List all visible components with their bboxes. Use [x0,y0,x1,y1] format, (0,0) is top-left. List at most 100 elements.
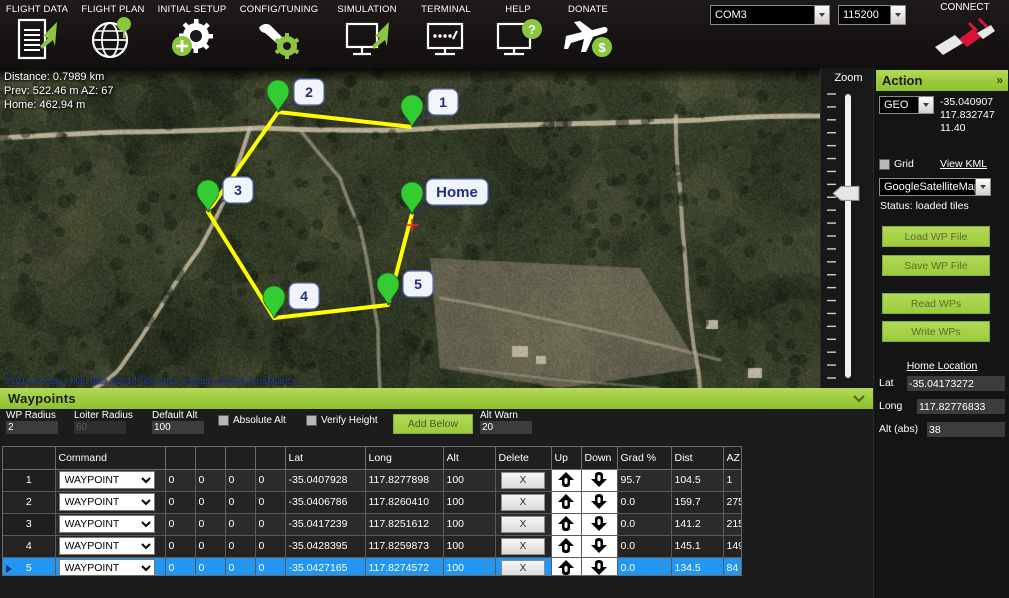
nav-item-flight-plan[interactable]: FLIGHT PLAN [74,0,152,68]
connect-button[interactable]: CONNECT [927,2,1003,62]
chevron-down-icon[interactable] [852,392,866,406]
waypoint-marker-label[interactable]: 4 [288,282,320,310]
column-header-blank[interactable] [195,447,226,470]
chevron-down-icon[interactable] [814,6,829,24]
row-number[interactable]: 1 [3,469,56,492]
delete-waypoint-button[interactable]: X [501,471,545,489]
waypoint-row[interactable]: 5 WAYPOINTLOITER_UNLIMLOITER_TURNSLOITER_… [3,557,741,576]
move-down-cell[interactable] [581,491,618,514]
param1-cell[interactable]: 0 [165,469,196,492]
default-alt-input[interactable] [152,421,204,434]
alt-cell[interactable]: 100 [443,469,496,492]
nav-item-initial-setup[interactable]: INITIAL SETUP [152,0,232,68]
command-cell[interactable]: WAYPOINTLOITER_UNLIMLOITER_TURNSLOITER_T… [55,513,166,536]
command-cell[interactable]: WAYPOINTLOITER_UNLIMLOITER_TURNSLOITER_T… [55,535,166,558]
column-header-grad[interactable]: Grad % [617,447,672,470]
move-up-cell[interactable] [551,535,582,558]
waypoint-row[interactable]: 4 WAYPOINTLOITER_UNLIMLOITER_TURNSLOITER_… [3,535,741,558]
move-down-cell[interactable] [581,513,618,536]
command-select[interactable]: WAYPOINTLOITER_UNLIMLOITER_TURNSLOITER_T… [58,471,155,489]
alt-cell[interactable]: 100 [443,513,496,536]
lat-cell[interactable]: -35.0427165 [285,557,366,575]
param2-cell[interactable]: 0 [195,513,226,536]
long-cell[interactable]: 117.8259873 [365,535,444,558]
param1-cell[interactable]: 0 [165,513,196,536]
baud-rate-select[interactable]: 115200 [838,5,906,25]
chevron-double-right-icon[interactable]: » [996,73,1003,87]
alt-cell[interactable]: 100 [443,491,496,514]
nav-item-donate[interactable]: DONATE $ [552,0,624,68]
map-type-select[interactable]: GoogleSatelliteMap [879,178,991,196]
param3-cell[interactable]: 0 [225,535,256,558]
arrow-down-icon[interactable] [588,559,610,576]
param2-cell[interactable]: 0 [195,535,226,558]
waypoint-marker-pin[interactable] [196,179,220,214]
waypoint-marker-label[interactable]: 1 [427,88,459,116]
map-view[interactable]: 1 2 3 4 5 Home Distance: 0.7989 km Prev: 522.… [0,68,820,388]
waypoint-row[interactable]: 2 WAYPOINTLOITER_UNLIMLOITER_TURNSLOITER_… [3,491,741,514]
nav-item-terminal[interactable]: TERMINAL [408,0,484,68]
column-header-blank[interactable] [255,447,286,470]
delete-waypoint-button[interactable]: X [501,515,545,533]
column-header-up[interactable]: Up [551,447,582,470]
delete-cell[interactable]: X [495,491,552,514]
waypoint-marker-label[interactable]: 2 [293,78,325,106]
load-wp-file-button[interactable]: Load WP File [882,226,990,247]
param2-cell[interactable]: 0 [195,469,226,492]
waypoint-marker-pin[interactable] [262,285,286,320]
waypoint-marker-pin[interactable] [400,94,424,129]
delete-cell[interactable]: X [495,513,552,536]
param4-cell[interactable]: 0 [255,557,286,575]
delete-cell[interactable]: X [495,557,552,575]
param2-cell[interactable]: 0 [195,491,226,514]
delete-cell[interactable]: X [495,469,552,492]
home-long-input[interactable] [917,399,1005,414]
param4-cell[interactable]: 0 [255,469,286,492]
arrow-up-icon[interactable] [555,471,577,489]
param1-cell[interactable]: 0 [165,491,196,514]
alt-cell[interactable]: 100 [443,535,496,558]
command-select[interactable]: WAYPOINTLOITER_UNLIMLOITER_TURNSLOITER_T… [58,493,155,511]
com-port-select[interactable]: COM3 [710,5,830,25]
column-header-az[interactable]: AZ [723,447,741,470]
home-marker-label[interactable]: Home [425,178,489,206]
chevron-down-icon[interactable] [890,6,905,24]
row-number[interactable]: 4 [3,535,56,558]
waypoints-table-container[interactable]: Command Lat Long Alt Delete Up Down Grad % Dist A… [2,446,742,576]
nav-item-flight-data[interactable]: FLIGHT DATA [0,0,74,68]
add-below-button[interactable]: Add Below [393,414,473,434]
chevron-down-icon[interactable] [975,179,990,195]
lat-cell[interactable]: -35.0417239 [285,513,366,536]
arrow-up-icon[interactable] [555,537,577,555]
delete-cell[interactable]: X [495,535,552,558]
arrow-up-icon[interactable] [555,559,577,576]
command-cell[interactable]: WAYPOINTLOITER_UNLIMLOITER_TURNSLOITER_T… [55,557,166,575]
waypoint-marker-label[interactable]: 5 [402,270,434,298]
arrow-down-icon[interactable] [588,537,610,555]
command-select[interactable]: WAYPOINTLOITER_UNLIMLOITER_TURNSLOITER_T… [58,559,155,575]
move-up-cell[interactable] [551,513,582,536]
waypoint-marker-pin[interactable] [400,181,424,216]
param2-cell[interactable]: 0 [195,557,226,575]
column-header-blank[interactable] [225,447,256,470]
row-number[interactable]: 3 [3,513,56,536]
param1-cell[interactable]: 0 [165,535,196,558]
coordinate-system-select[interactable]: GEO [879,96,934,114]
param3-cell[interactable]: 0 [225,469,256,492]
move-up-cell[interactable] [551,557,582,576]
zoom-slider[interactable] [821,88,876,384]
command-cell[interactable]: WAYPOINTLOITER_UNLIMLOITER_TURNSLOITER_T… [55,491,166,514]
delete-waypoint-button[interactable]: X [501,493,545,511]
arrow-down-icon[interactable] [588,471,610,489]
column-header-blank[interactable] [165,447,196,470]
nav-item-config-tuning[interactable]: CONFIG/TUNING [232,0,326,68]
command-select[interactable]: WAYPOINTLOITER_UNLIMLOITER_TURNSLOITER_T… [58,515,155,533]
read-wps-button[interactable]: Read WPs [882,293,990,314]
delete-waypoint-button[interactable]: X [501,559,545,575]
param3-cell[interactable]: 0 [225,513,256,536]
waypoint-marker-label[interactable]: 3 [222,176,254,204]
move-down-cell[interactable] [581,557,618,576]
param4-cell[interactable]: 0 [255,535,286,558]
loiter-radius-input[interactable] [74,421,126,434]
chevron-down-icon[interactable] [918,97,933,113]
